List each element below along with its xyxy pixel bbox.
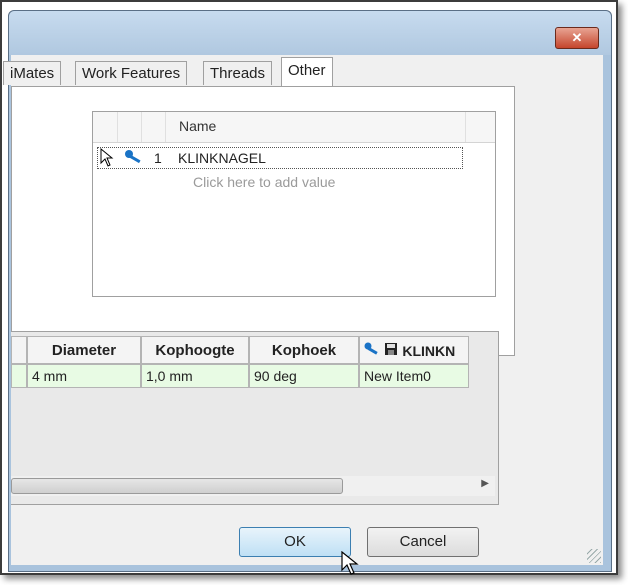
grid-header-klinkn[interactable]: KLINKN bbox=[359, 336, 469, 364]
list-column-name-header: Name bbox=[179, 118, 217, 134]
grid-header-kophoogte-label: Kophoogte bbox=[155, 342, 235, 359]
list-header: Name bbox=[93, 112, 495, 143]
list-view: Name 1 KLINKNAGEL Click here to add valu… bbox=[92, 111, 496, 297]
cancel-button[interactable]: Cancel bbox=[367, 527, 479, 557]
save-icon bbox=[384, 338, 398, 363]
tab-other[interactable]: Other bbox=[281, 57, 333, 87]
list-header-col bbox=[141, 112, 166, 142]
grid-header-diameter-label: Diameter bbox=[51, 342, 117, 359]
list-header-col bbox=[117, 112, 142, 142]
grid-header-kophoek-label: Kophoek bbox=[271, 342, 337, 359]
dialog-window: ✕ iMates Work Features Threads Other Nam… bbox=[3, 10, 612, 575]
tab-panel-other: Name 1 KLINKNAGEL Click here to add valu… bbox=[11, 86, 515, 356]
scrollbar-thumb[interactable] bbox=[11, 478, 343, 494]
grid-header-klinkn-label: KLINKN bbox=[402, 343, 456, 359]
table-cell-diameter[interactable]: 4 mm bbox=[27, 364, 141, 388]
table-cell[interactable] bbox=[11, 364, 27, 388]
tab-threads[interactable]: Threads bbox=[203, 61, 273, 85]
scroll-right-icon[interactable]: ▶ bbox=[481, 478, 489, 489]
list-item[interactable]: 1 KLINKNAGEL bbox=[97, 147, 463, 169]
key-icon bbox=[364, 338, 380, 363]
grid-header-kophoek[interactable]: Kophoek bbox=[249, 336, 359, 364]
horizontal-scrollbar[interactable]: ▶ bbox=[11, 476, 495, 496]
pointer-icon bbox=[100, 147, 116, 171]
list-header-col bbox=[93, 112, 118, 142]
dialog-client: iMates Work Features Threads Other Name bbox=[3, 55, 603, 575]
grid-header-kophoogte[interactable]: Kophoogte bbox=[141, 336, 249, 364]
tab-other-label: Other bbox=[288, 62, 326, 79]
table-cell-kophoogte[interactable]: 1,0 mm bbox=[141, 364, 249, 388]
title-bar: ✕ bbox=[9, 11, 611, 55]
key-icon bbox=[124, 149, 144, 168]
ok-button[interactable]: OK bbox=[239, 527, 351, 557]
tab-imates[interactable]: iMates bbox=[3, 61, 62, 85]
grid-header-diameter[interactable]: Diameter bbox=[27, 336, 141, 364]
tab-imates-label: iMates bbox=[10, 65, 55, 82]
close-button[interactable]: ✕ bbox=[555, 27, 599, 49]
table-cell-kophoek[interactable]: 90 deg bbox=[249, 364, 359, 388]
grid-header-cell[interactable] bbox=[11, 336, 27, 364]
mouse-pointer-icon bbox=[341, 550, 359, 582]
parameter-grid: Diameter Kophoogte Kophoek KLINKN 4 mm 1… bbox=[11, 331, 499, 505]
tab-work-features-label: Work Features bbox=[82, 65, 181, 82]
close-icon: ✕ bbox=[571, 30, 583, 45]
list-item-name: KLINKNAGEL bbox=[178, 150, 266, 166]
resize-grip[interactable] bbox=[587, 549, 601, 563]
tab-threads-label: Threads bbox=[210, 65, 266, 82]
table-cell-klinkn[interactable]: New Item0 bbox=[359, 364, 469, 388]
list-item-number: 1 bbox=[154, 150, 162, 166]
add-value-hint[interactable]: Click here to add value bbox=[193, 174, 335, 190]
tab-work-features[interactable]: Work Features bbox=[75, 61, 188, 85]
